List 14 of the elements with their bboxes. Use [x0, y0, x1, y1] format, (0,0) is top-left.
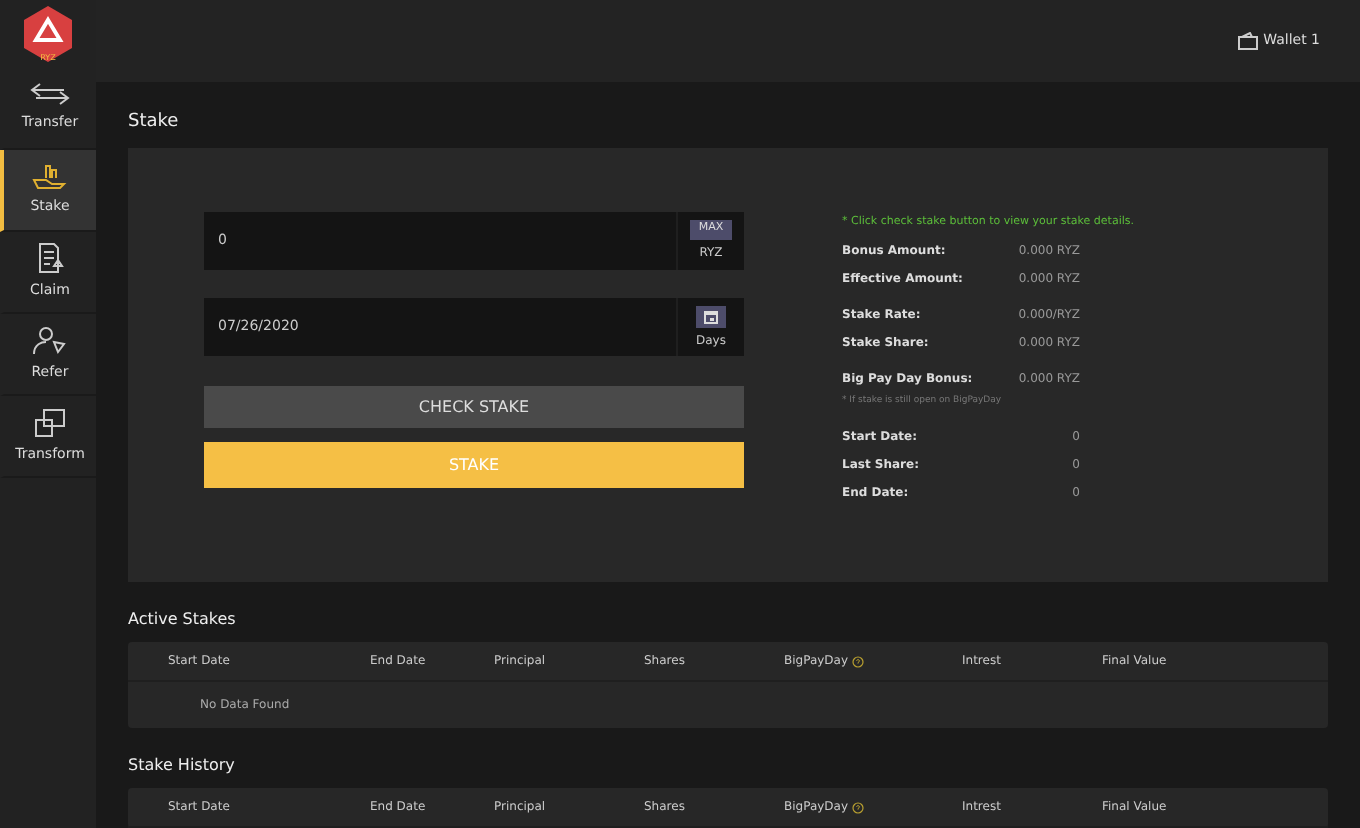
document-icon: [36, 242, 64, 275]
help-icon: [852, 655, 865, 667]
calendar-button[interactable]: [696, 305, 726, 328]
section-title: Active Stakes: [128, 608, 238, 632]
person-icon: [32, 324, 68, 357]
check-stake-button[interactable]: CHECK STAKE: [204, 386, 744, 429]
squares-icon: [34, 407, 66, 438]
section-title: Stake History: [128, 754, 237, 778]
wallet-icon: [1237, 31, 1258, 50]
arrows-icon: [30, 82, 70, 107]
help-icon: [852, 801, 865, 813]
hand-icon: [32, 162, 68, 191]
calendar-icon: [704, 309, 718, 324]
page-title: Stake: [128, 109, 181, 136]
